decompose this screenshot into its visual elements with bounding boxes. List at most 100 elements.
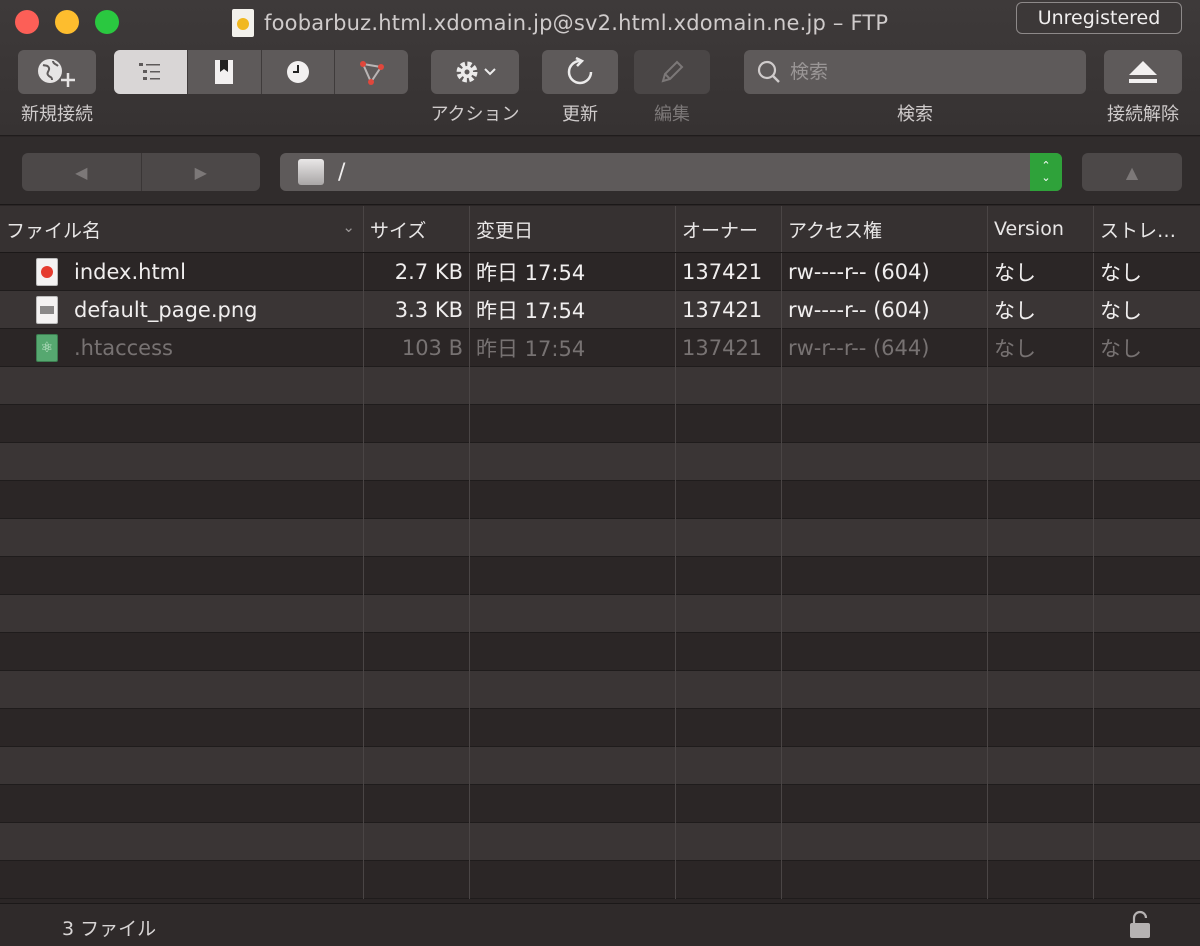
- search-label: 検索: [897, 104, 933, 125]
- png-file-icon: [36, 296, 58, 324]
- cell-owner: [676, 785, 782, 823]
- browser-view-tab[interactable]: [114, 50, 188, 94]
- file-name: .htaccess: [74, 336, 173, 360]
- cell-size: [364, 861, 470, 899]
- column-header-modified[interactable]: 変更日: [470, 206, 676, 252]
- cell-modified: [470, 823, 676, 861]
- back-button[interactable]: ◀: [22, 153, 142, 191]
- cell-modified: [470, 633, 676, 671]
- cell-filename: [0, 633, 364, 671]
- cell-modified: [470, 747, 676, 785]
- cell-size: [364, 405, 470, 443]
- bonjour-view-tab[interactable]: [335, 50, 408, 94]
- disconnect-button[interactable]: [1104, 50, 1182, 94]
- unregistered-button[interactable]: Unregistered: [1016, 2, 1182, 34]
- cell-owner: 137421: [676, 253, 782, 291]
- lock-icon[interactable]: [1128, 910, 1152, 940]
- cell-version: なし: [988, 329, 1094, 367]
- column-header-permissions[interactable]: アクセス権: [782, 206, 988, 252]
- cell-modified: 昨日 17:54: [470, 291, 676, 329]
- column-header-filename-label: ファイル名: [6, 219, 102, 242]
- chevron-down-icon: [484, 68, 496, 76]
- column-header-owner[interactable]: オーナー: [676, 206, 782, 252]
- cell-permissions: [782, 785, 988, 823]
- new-connection-button[interactable]: [18, 50, 96, 94]
- column-header-version[interactable]: Version: [988, 206, 1094, 252]
- cell-filename: index.html: [0, 253, 364, 291]
- cell-permissions: rw----r-- (604): [782, 253, 988, 291]
- empty-table-row: [0, 747, 1200, 785]
- empty-table-row: [0, 595, 1200, 633]
- path-popup-chevron-icon[interactable]: ⌃ ⌄: [1030, 153, 1062, 191]
- search-field[interactable]: [744, 50, 1086, 94]
- cell-version: [988, 367, 1094, 405]
- cell-owner: [676, 823, 782, 861]
- column-header-storage[interactable]: ストレ…: [1094, 206, 1200, 252]
- globe-plus-icon: [38, 59, 75, 87]
- cell-permissions: [782, 557, 988, 595]
- cell-modified: 昨日 17:54: [470, 253, 676, 291]
- cell-filename: [0, 709, 364, 747]
- cell-storage: [1094, 747, 1200, 785]
- parent-directory-button[interactable]: ▲: [1082, 153, 1182, 191]
- gear-icon: [456, 61, 478, 83]
- cell-owner: [676, 671, 782, 709]
- cell-version: [988, 443, 1094, 481]
- cell-size: 2.7 KB: [364, 253, 470, 291]
- cell-filename: [0, 519, 364, 557]
- bookmarks-view-tab[interactable]: [188, 50, 262, 94]
- edit-button[interactable]: [634, 50, 710, 94]
- empty-table-row: [0, 557, 1200, 595]
- cell-filename: [0, 785, 364, 823]
- cell-filename: [0, 595, 364, 633]
- cell-modified: [470, 557, 676, 595]
- cell-permissions: [782, 367, 988, 405]
- table-header: ファイル名 ⌄ サイズ 変更日 オーナー アクセス権 Version ストレ…: [0, 206, 1200, 253]
- empty-table-row: [0, 405, 1200, 443]
- cell-filename: [0, 481, 364, 519]
- cell-storage: [1094, 519, 1200, 557]
- cell-filename: default_page.png: [0, 291, 364, 329]
- cell-permissions: [782, 443, 988, 481]
- forward-button[interactable]: ▶: [142, 153, 261, 191]
- browser-list-icon: [139, 63, 161, 80]
- cell-filename: .htaccess: [0, 329, 364, 367]
- cell-version: [988, 709, 1094, 747]
- cell-modified: [470, 405, 676, 443]
- path-popup[interactable]: / ⌃ ⌄: [280, 153, 1062, 191]
- cell-modified: [470, 785, 676, 823]
- column-header-filename[interactable]: ファイル名 ⌄: [0, 206, 364, 252]
- refresh-button[interactable]: [542, 50, 618, 94]
- html-file-icon: [36, 258, 58, 286]
- navigation-bar: ◀ ▶ / ⌃ ⌄ ▲: [0, 137, 1200, 205]
- cell-permissions: [782, 747, 988, 785]
- cell-size: [364, 823, 470, 861]
- action-menu-button[interactable]: [431, 50, 519, 94]
- table-row[interactable]: index.html 2.7 KB 昨日 17:54 137421 rw----r-- …: [0, 253, 1200, 291]
- cell-modified: [470, 861, 676, 899]
- table-row[interactable]: default_page.png 3.3 KB 昨日 17:54 137421 rw--…: [0, 291, 1200, 329]
- action-label: アクション: [430, 104, 520, 125]
- close-window-button[interactable]: [15, 10, 39, 34]
- cell-filename: [0, 671, 364, 709]
- cell-owner: [676, 747, 782, 785]
- column-header-size[interactable]: サイズ: [364, 206, 470, 252]
- cell-size: [364, 557, 470, 595]
- cell-version: [988, 671, 1094, 709]
- cell-storage: [1094, 595, 1200, 633]
- cell-storage: なし: [1100, 299, 1142, 323]
- cell-modified: [470, 481, 676, 519]
- table-row[interactable]: .htaccess 103 B昨日 17:54137421rw-r--r-- (6…: [0, 329, 1200, 367]
- cell-storage: [1094, 823, 1200, 861]
- zoom-window-button[interactable]: [95, 10, 119, 34]
- cell-filename: [0, 405, 364, 443]
- minimize-window-button[interactable]: [55, 10, 79, 34]
- cell-owner: [676, 481, 782, 519]
- search-input[interactable]: [790, 61, 1070, 83]
- history-view-tab[interactable]: [262, 50, 336, 94]
- disconnect-label: 接続解除: [1107, 104, 1179, 125]
- cell-version: [988, 595, 1094, 633]
- status-bar: 3 ファイル: [0, 903, 1200, 946]
- cell-modified: [470, 519, 676, 557]
- document-icon: [232, 9, 254, 37]
